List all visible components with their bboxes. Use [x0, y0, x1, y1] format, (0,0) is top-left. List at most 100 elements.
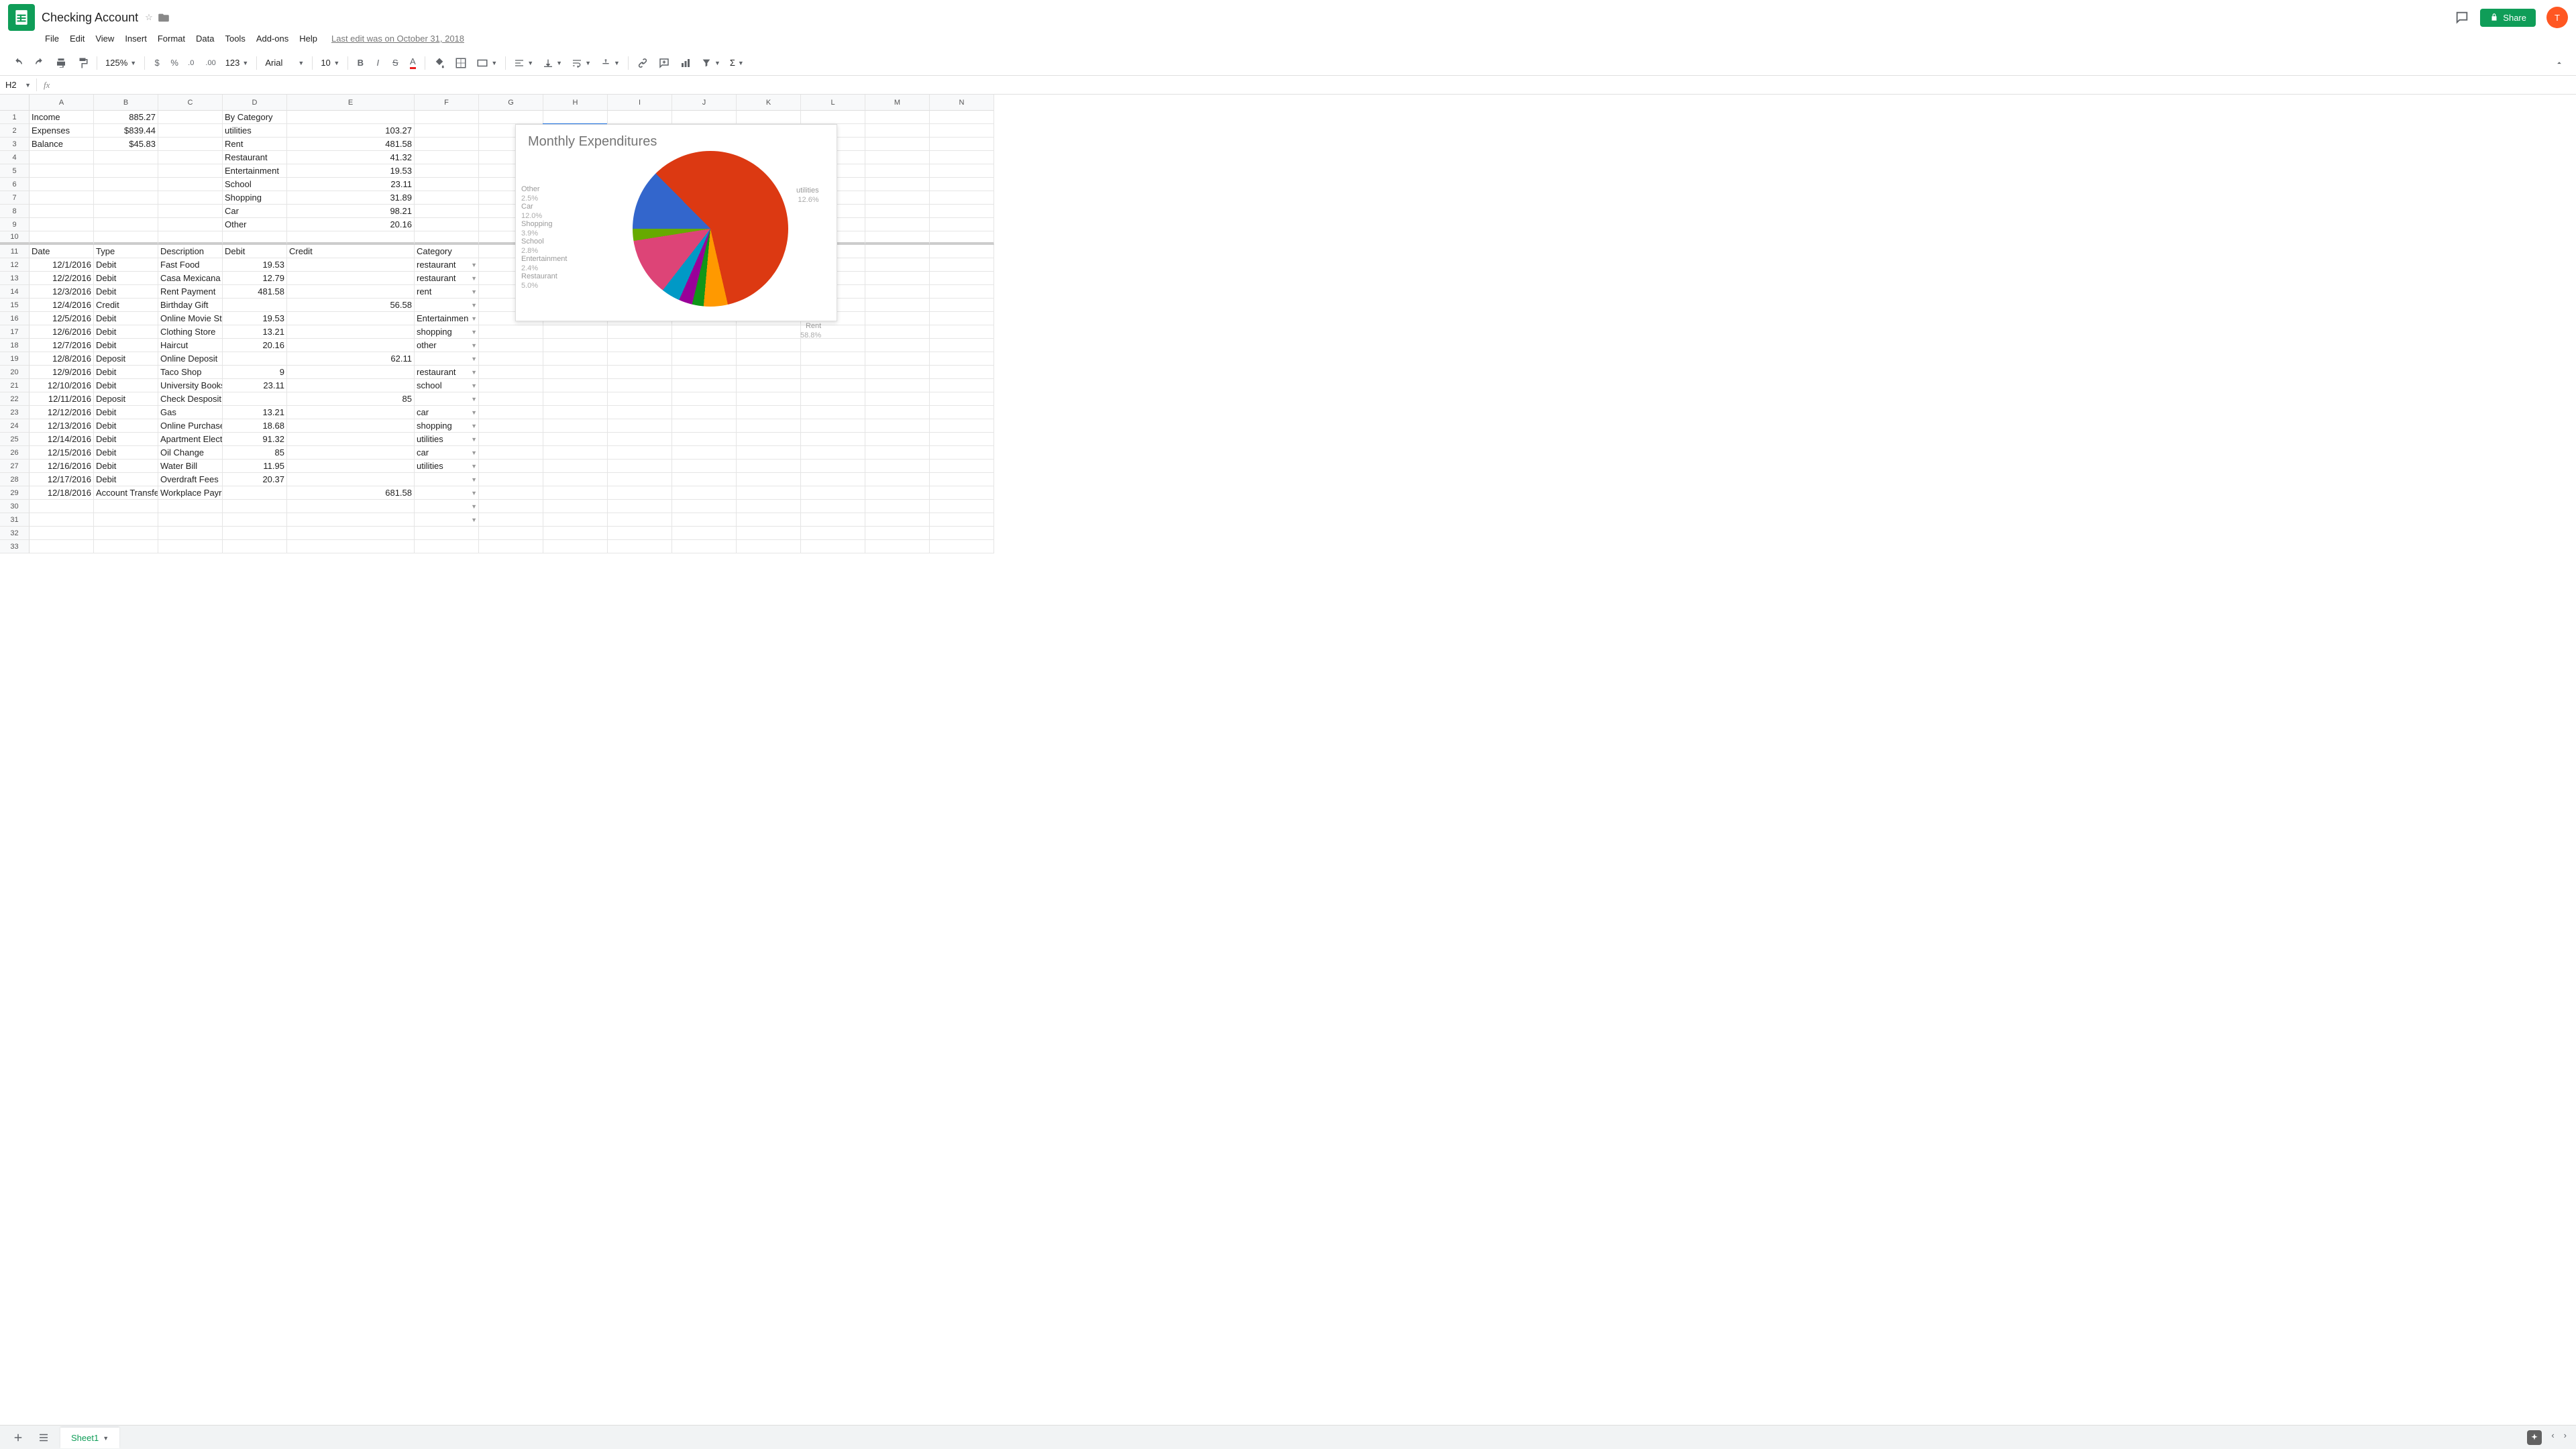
cell[interactable]	[930, 325, 994, 339]
name-box[interactable]: H2▼	[0, 78, 37, 91]
cell[interactable]	[865, 473, 930, 486]
cell[interactable]	[287, 339, 415, 352]
cell[interactable]	[930, 151, 994, 164]
valign-dropdown[interactable]: ▼	[539, 56, 566, 70]
row-header[interactable]: 2	[0, 124, 30, 138]
last-edit-link[interactable]: Last edit was on October 31, 2018	[331, 34, 464, 44]
cell[interactable]	[737, 406, 801, 419]
cell[interactable]	[608, 486, 672, 500]
undo-button[interactable]	[8, 54, 28, 72]
cell[interactable]	[287, 111, 415, 124]
cell[interactable]	[223, 527, 287, 540]
sheets-logo[interactable]	[8, 4, 35, 31]
cell[interactable]: Debit	[94, 433, 158, 446]
row-header[interactable]: 29	[0, 486, 30, 500]
cell[interactable]: other▼	[415, 339, 479, 352]
cell[interactable]	[608, 366, 672, 379]
cell[interactable]	[930, 339, 994, 352]
cell[interactable]	[479, 392, 543, 406]
cell[interactable]	[158, 500, 223, 513]
cell[interactable]: ▼	[415, 486, 479, 500]
cell[interactable]: Debit	[94, 285, 158, 299]
cell[interactable]	[543, 433, 608, 446]
cell[interactable]	[930, 540, 994, 553]
cell[interactable]	[479, 379, 543, 392]
cell[interactable]	[415, 124, 479, 138]
cell[interactable]: Deposit	[94, 392, 158, 406]
cell[interactable]: 12/18/2016	[30, 486, 94, 500]
cell[interactable]	[608, 500, 672, 513]
cell[interactable]	[543, 392, 608, 406]
cell[interactable]: Expenses	[30, 124, 94, 138]
cell[interactable]	[865, 138, 930, 151]
cell[interactable]	[801, 486, 865, 500]
cell[interactable]	[865, 258, 930, 272]
row-header[interactable]: 13	[0, 272, 30, 285]
cell[interactable]: 12/1/2016	[30, 258, 94, 272]
dropdown-arrow-icon[interactable]: ▼	[471, 288, 477, 295]
row-header[interactable]: 12	[0, 258, 30, 272]
cell[interactable]	[930, 419, 994, 433]
cell[interactable]	[801, 473, 865, 486]
dropdown-arrow-icon[interactable]: ▼	[471, 396, 477, 402]
cell[interactable]	[543, 111, 608, 124]
filter-dropdown[interactable]: ▼	[697, 56, 724, 70]
cell[interactable]: 62.11	[287, 352, 415, 366]
move-folder-icon[interactable]	[158, 13, 169, 22]
cell[interactable]: restaurant▼	[415, 272, 479, 285]
link-button[interactable]	[633, 54, 653, 72]
wrap-dropdown[interactable]: ▼	[568, 56, 595, 70]
cell[interactable]: 12/14/2016	[30, 433, 94, 446]
cell[interactable]	[287, 379, 415, 392]
cell[interactable]	[608, 540, 672, 553]
currency-button[interactable]: $	[149, 55, 165, 70]
cell[interactable]: 12/13/2016	[30, 419, 94, 433]
cell[interactable]	[865, 231, 930, 245]
cell[interactable]: 12/4/2016	[30, 299, 94, 312]
cell[interactable]	[930, 164, 994, 178]
cell[interactable]: Debit	[94, 446, 158, 460]
cell[interactable]: ▼	[415, 513, 479, 527]
cell[interactable]	[94, 540, 158, 553]
cell[interactable]: 13.21	[223, 325, 287, 339]
percent-button[interactable]: %	[166, 55, 182, 70]
cell[interactable]: Debit	[94, 272, 158, 285]
cell[interactable]	[158, 231, 223, 245]
cell[interactable]	[672, 392, 737, 406]
increase-decimal-button[interactable]: .00	[201, 56, 219, 70]
cell[interactable]	[479, 111, 543, 124]
cell[interactable]	[415, 111, 479, 124]
cell[interactable]: 23.11	[223, 379, 287, 392]
star-icon[interactable]: ☆	[145, 12, 153, 23]
cell[interactable]	[865, 486, 930, 500]
col-header-I[interactable]: I	[608, 95, 672, 111]
cell[interactable]	[543, 352, 608, 366]
cell[interactable]	[801, 406, 865, 419]
cell[interactable]: ▼	[415, 473, 479, 486]
row-header[interactable]: 3	[0, 138, 30, 151]
cell[interactable]	[30, 164, 94, 178]
cell[interactable]	[479, 366, 543, 379]
cell[interactable]	[158, 218, 223, 231]
cell[interactable]	[865, 151, 930, 164]
dropdown-arrow-icon[interactable]: ▼	[471, 302, 477, 309]
cell[interactable]: Check Desposit	[158, 392, 223, 406]
cell[interactable]	[543, 486, 608, 500]
cell[interactable]: 98.21	[287, 205, 415, 218]
cell[interactable]: 9	[223, 366, 287, 379]
cell[interactable]	[415, 540, 479, 553]
zoom-dropdown[interactable]: 125%▼	[101, 56, 140, 69]
cell[interactable]	[94, 218, 158, 231]
cell[interactable]	[672, 352, 737, 366]
cell[interactable]: Type	[94, 245, 158, 258]
menu-help[interactable]: Help	[294, 31, 322, 46]
cell[interactable]	[737, 486, 801, 500]
cell[interactable]: school▼	[415, 379, 479, 392]
cell[interactable]	[415, 231, 479, 245]
row-header[interactable]: 22	[0, 392, 30, 406]
cell[interactable]: restaurant▼	[415, 366, 479, 379]
cell[interactable]	[865, 191, 930, 205]
cell[interactable]: Date	[30, 245, 94, 258]
cell[interactable]: Balance	[30, 138, 94, 151]
cell[interactable]	[30, 178, 94, 191]
